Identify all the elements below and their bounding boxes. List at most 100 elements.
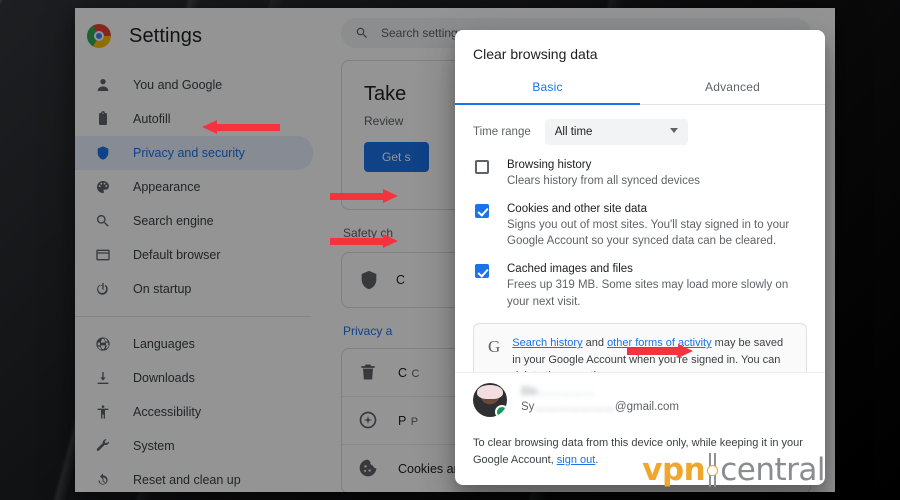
person-icon <box>93 75 113 95</box>
sidebar-item-search-engine[interactable]: Search engine <box>75 204 327 238</box>
sidebar-item-appearance[interactable]: Appearance <box>75 170 327 204</box>
restore-icon <box>93 470 113 490</box>
sidebar-group-1: You and Google Autofill Privacy and secu… <box>75 64 327 310</box>
get-started-button[interactable]: Get s <box>364 142 429 172</box>
sidebar-item-languages[interactable]: Languages <box>75 327 327 361</box>
sidebar-item-default-browser[interactable]: Default browser <box>75 238 327 272</box>
settings-header: Settings <box>75 8 327 64</box>
globe-icon <box>93 334 113 354</box>
option-cookies-and-site-data[interactable]: Cookies and other site data Signs you ou… <box>473 203 807 250</box>
list-item-title: C <box>398 365 408 380</box>
tab-active-indicator <box>455 103 640 105</box>
plug-icon <box>706 453 719 487</box>
sync-prefix: Sy <box>521 401 535 414</box>
sync-badge-icon <box>495 404 507 417</box>
sidebar-item-downloads[interactable]: Downloads <box>75 361 327 395</box>
wrench-icon <box>93 436 113 456</box>
sidebar-divider-1 <box>75 316 311 317</box>
footnote-text-after: . <box>595 453 599 466</box>
search-placeholder: Search settings <box>381 26 464 40</box>
option-subtitle: Signs you out of most sites. You'll stay… <box>507 218 790 248</box>
sidebar-item-label: Autofill <box>133 112 171 126</box>
notice-mid: and <box>582 337 608 350</box>
sidebar-item-on-startup[interactable]: On startup <box>75 272 327 306</box>
google-g-icon: G <box>488 337 501 357</box>
option-subtitle: Clears history from all synced devices <box>507 175 701 187</box>
arrow-shaft <box>330 238 386 245</box>
browsing-history-checkbox[interactable] <box>475 160 489 174</box>
arrow-cached-images-checkbox <box>330 234 398 248</box>
option-title: Cookies and other site data <box>507 202 648 215</box>
sidebar-item-label: Accessibility <box>133 405 202 419</box>
settings-sidebar: Settings You and Google Autofill Privacy… <box>75 8 327 492</box>
sidebar-item-label: Privacy and security <box>133 146 245 160</box>
search-history-link[interactable]: Search history <box>512 337 582 349</box>
sidebar-item-label: You and Google <box>133 78 223 92</box>
time-range-row: Time range All time <box>473 119 807 145</box>
time-range-label: Time range <box>473 126 531 138</box>
arrow-shaft <box>330 193 386 200</box>
palette-icon <box>93 177 113 197</box>
option-cached-images-and-files[interactable]: Cached images and files Frees up 319 MB.… <box>473 263 807 310</box>
sidebar-item-label: On startup <box>133 282 192 296</box>
power-icon <box>93 279 113 299</box>
list-item-subtitle: P <box>410 415 419 428</box>
sidebar-item-accessibility[interactable]: Accessibility <box>75 395 327 429</box>
sidebar-group-2: Languages Downloads Accessibility System… <box>75 323 327 492</box>
dialog-title: Clear browsing data <box>473 46 598 62</box>
sidebar-item-label: System <box>133 439 175 453</box>
account-sync-line: Sy…………………@gmail.com <box>521 401 679 413</box>
sidebar-item-label: Default browser <box>133 248 221 262</box>
arrow-clear-data-button <box>627 344 693 358</box>
arrow-head <box>383 189 398 203</box>
account-email-suffix: @gmail.com <box>614 401 679 414</box>
tab-basic[interactable]: Basic <box>455 74 640 104</box>
sidebar-item-label: Search engine <box>133 214 214 228</box>
sidebar-item-reset-and-clean-up[interactable]: Reset and clean up <box>75 463 327 492</box>
watermark-vpn: vpn <box>642 452 706 488</box>
sidebar-item-label: Appearance <box>133 180 201 194</box>
cookies-checkbox[interactable] <box>475 203 489 218</box>
time-range-select[interactable]: All time <box>544 119 688 145</box>
sidebar-item-system[interactable]: System <box>75 429 327 463</box>
sidebar-item-autofill[interactable]: Autofill <box>75 102 327 136</box>
cached-images-checkbox[interactable] <box>475 264 489 279</box>
option-title: Browsing history <box>507 159 592 171</box>
account-meta: Ble…………… Sy…………………@gmail.com <box>521 386 679 413</box>
arrow-cookies-checkbox <box>330 189 398 203</box>
arrow-privacy-and-security <box>202 120 280 134</box>
compass-icon <box>358 410 380 432</box>
browser-window-icon <box>93 245 113 265</box>
download-icon <box>93 368 113 388</box>
clear-browsing-data-dialog: Clear browsing data Basic Advanced Time … <box>455 30 825 485</box>
chrome-logo <box>87 24 111 48</box>
list-item-title: P <box>398 413 407 428</box>
account-name: Ble…………… <box>521 386 596 399</box>
arrow-head <box>678 344 693 358</box>
trash-icon <box>358 362 380 384</box>
chevron-down-icon <box>669 127 678 137</box>
arrow-shaft <box>627 348 681 355</box>
sign-out-link[interactable]: sign out <box>557 454 596 466</box>
shield-check-icon <box>358 269 380 291</box>
vpncentral-watermark: vpn central <box>642 452 825 488</box>
option-browsing-history[interactable]: Browsing history Clears history from all… <box>473 159 807 190</box>
sync-blurred: ………………… <box>534 401 615 414</box>
tab-advanced[interactable]: Advanced <box>640 74 825 104</box>
time-range-value: All time <box>554 126 593 138</box>
arrow-head <box>383 234 398 248</box>
avatar <box>473 382 507 417</box>
option-title: Cached images and files <box>507 263 633 276</box>
sidebar-item-privacy-and-security[interactable]: Privacy and security <box>75 136 313 170</box>
account-row[interactable]: Ble…………… Sy…………………@gmail.com <box>455 371 825 429</box>
arrow-shaft <box>215 124 280 131</box>
plug-bulb <box>707 465 719 476</box>
dialog-body: Time range All time Browsing history Cle… <box>455 105 825 372</box>
accessibility-icon <box>93 402 113 422</box>
shield-icon <box>93 143 113 163</box>
option-subtitle: Frees up 319 MB. Some sites may load mor… <box>507 279 789 308</box>
cookie-icon <box>358 458 380 480</box>
search-icon <box>93 211 113 231</box>
dialog-tabs: Basic Advanced <box>455 74 825 105</box>
sidebar-item-you-and-google[interactable]: You and Google <box>75 68 327 102</box>
